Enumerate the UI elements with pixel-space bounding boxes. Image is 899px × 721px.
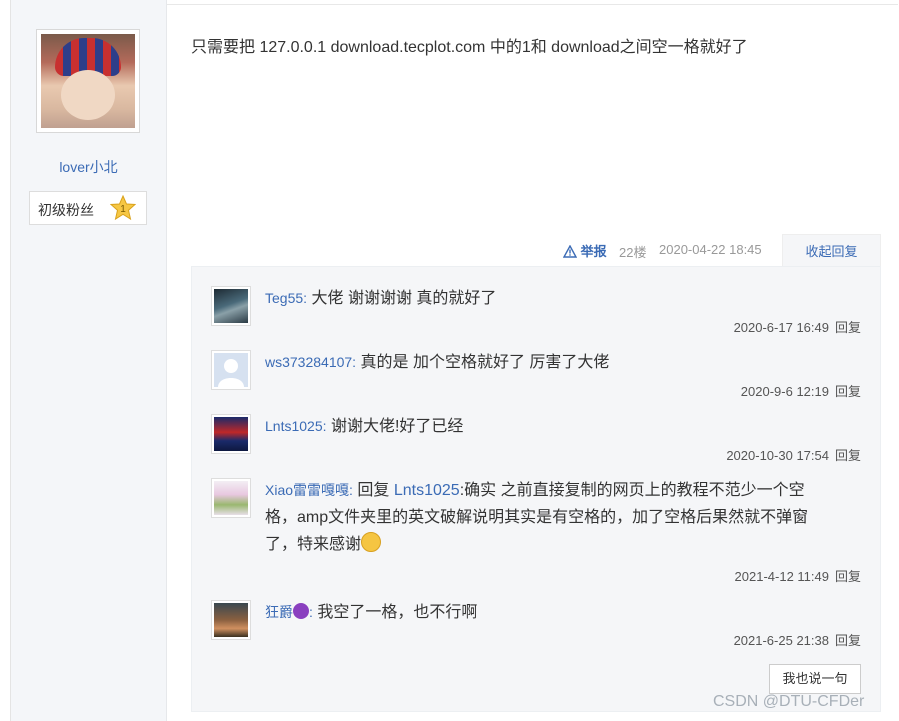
post-time: 2020-04-22 18:45 xyxy=(659,242,762,257)
reply-time: 2021-4-12 11:49 xyxy=(734,569,829,584)
post-content: 只需要把 127.0.0.1 download.tecplot.com 中的1和… xyxy=(191,39,748,56)
level-star-number: 1 xyxy=(120,204,126,215)
reply-button[interactable]: 回复 xyxy=(835,633,861,648)
reply-username[interactable]: ws373284107: xyxy=(265,354,356,370)
add-comment-button[interactable]: 我也说一句 xyxy=(769,664,861,694)
reply-footer: 2020-9-6 12:19 回复 xyxy=(741,381,861,400)
reply-text: 真的是 加个空格就好了 厉害了大佬 xyxy=(360,354,610,371)
reply-body: Teg55: 大佬 谢谢谢谢 真的就好了 xyxy=(265,285,835,312)
reply-text: 大佬 谢谢谢谢 真的就好了 xyxy=(311,290,497,307)
reply-username[interactable]: 狂爵 xyxy=(265,604,293,620)
reply-avatar[interactable] xyxy=(211,478,251,518)
reply-text: 我空了一格，也不行啊 xyxy=(317,604,478,621)
reply-footer: 2021-6-25 21:38 回复 xyxy=(734,630,861,649)
reply-list: Teg55: 大佬 谢谢谢谢 真的就好了 2020-6-17 16:49 回复 w… xyxy=(191,266,881,712)
thinking-emoji-icon xyxy=(361,532,382,552)
author-avatar-image xyxy=(41,34,135,128)
level-star-icon: 1 xyxy=(110,195,136,221)
avatar-face xyxy=(61,70,115,120)
reply-to-username[interactable]: Lnts1025 xyxy=(394,482,460,499)
level-badge-label: 初级粉丝 xyxy=(38,202,94,218)
reply-time: 2021-6-25 21:38 xyxy=(733,633,829,648)
default-user-icon xyxy=(214,353,248,387)
reply-time: 2020-10-30 17:54 xyxy=(726,448,829,463)
reply-button[interactable]: 回复 xyxy=(835,320,861,335)
reply-button[interactable]: 回复 xyxy=(835,569,861,584)
watermark: CSDN @DTU-CFDer xyxy=(713,693,865,710)
reply-time: 2020-6-17 16:49 xyxy=(733,320,829,335)
reply-username[interactable]: Lnts1025: xyxy=(265,418,327,434)
reply-avatar[interactable] xyxy=(211,414,251,454)
reply-avatar[interactable] xyxy=(211,286,251,326)
level-badge: 初级粉丝 1 xyxy=(29,191,147,225)
reply-time: 2020-9-6 12:19 xyxy=(740,384,829,399)
reply-footer: 2021-4-12 11:49 回复 xyxy=(735,566,861,585)
report-link[interactable]: 举报 xyxy=(562,241,607,260)
reply-username[interactable]: Teg55: xyxy=(265,290,307,306)
reply-username-colon: : xyxy=(309,604,313,620)
reply-body: ws373284107: 真的是 加个空格就好了 厉害了大佬 xyxy=(265,349,835,376)
reply-avatar[interactable] xyxy=(211,350,251,390)
author-avatar[interactable] xyxy=(36,29,140,133)
warning-icon xyxy=(562,244,578,258)
collapse-replies-button[interactable]: 收起回复 xyxy=(782,234,881,267)
reply-avatar[interactable] xyxy=(211,600,251,640)
post-floor: 22楼 xyxy=(619,245,647,260)
reply-username[interactable]: Xiao雷雷嘎嘎: xyxy=(265,482,353,498)
reply-footer: 2020-6-17 16:49 回复 xyxy=(734,317,861,336)
reply-footer: 2020-10-30 17:54 回复 xyxy=(726,445,861,464)
reply-button[interactable]: 回复 xyxy=(835,448,861,463)
reply-text: 谢谢大佬!好了已经 xyxy=(330,418,464,435)
reply-body: Lnts1025: 谢谢大佬!好了已经 xyxy=(265,413,835,440)
reply-body: Xiao雷雷嘎嘎: 回复 Lnts1025:确实 之前直接复制的网页上的教程不范… xyxy=(265,477,835,558)
reply-button[interactable]: 回复 xyxy=(835,384,861,399)
top-divider xyxy=(167,4,898,5)
author-username[interactable]: lover小北 xyxy=(11,157,166,177)
reply-prefix: 回复 xyxy=(357,482,390,499)
report-label: 举报 xyxy=(580,244,607,259)
reply-body: 狂爵: 我空了一格，也不行啊 xyxy=(265,599,835,626)
devil-emoji-icon xyxy=(293,603,309,619)
